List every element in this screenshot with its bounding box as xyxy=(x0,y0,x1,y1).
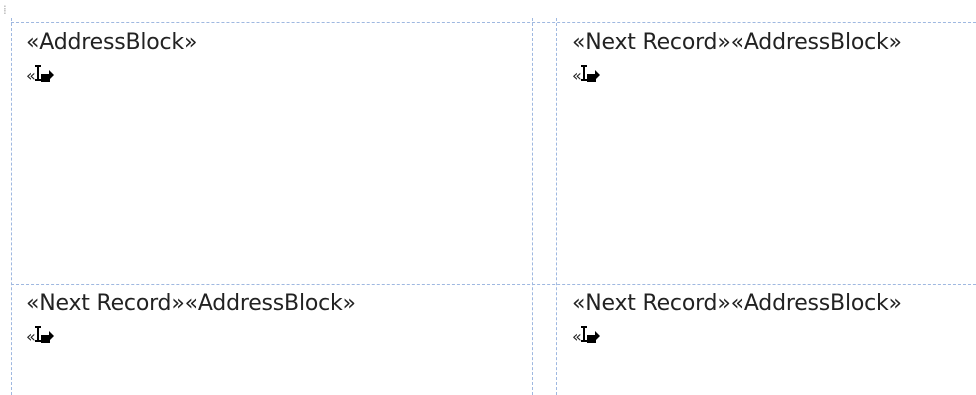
address-block-field[interactable]: «AddressBlock» xyxy=(185,291,356,316)
label-cell[interactable]: «Next Record»«AddressBlock» « xyxy=(572,291,972,391)
table-move-handle-icon[interactable]: ⁞ xyxy=(3,3,9,17)
table-gridline-row-divider xyxy=(11,284,976,285)
field-prefix: « xyxy=(572,66,582,85)
insert-field-icon xyxy=(34,325,54,347)
next-record-field[interactable]: «Next Record» xyxy=(572,30,731,55)
insert-field-icon xyxy=(580,64,600,86)
merge-field-placeholder: « xyxy=(26,64,54,88)
label-cell[interactable]: «AddressBlock» « xyxy=(26,30,526,280)
merge-field-line: «Next Record»«AddressBlock» xyxy=(26,291,356,317)
label-cell[interactable]: «Next Record»«AddressBlock» « xyxy=(572,30,972,280)
address-block-field[interactable]: «AddressBlock» xyxy=(731,291,902,316)
field-prefix: « xyxy=(572,327,582,346)
label-cell[interactable]: «Next Record»«AddressBlock» « xyxy=(26,291,526,391)
label-document: ⁞ «AddressBlock» « «Next Record»«Address… xyxy=(0,0,976,395)
insert-field-icon xyxy=(580,325,600,347)
address-block-field[interactable]: «AddressBlock» xyxy=(731,30,902,55)
table-gridline-middle-left xyxy=(532,18,533,395)
merge-field-placeholder: « xyxy=(572,64,600,88)
field-prefix: « xyxy=(26,327,36,346)
table-gridline-middle-right xyxy=(556,18,557,395)
field-prefix: « xyxy=(26,66,36,85)
merge-field-placeholder: « xyxy=(26,325,54,349)
table-gridline-left xyxy=(11,18,12,395)
next-record-field[interactable]: «Next Record» xyxy=(572,291,731,316)
merge-field-line: «AddressBlock» xyxy=(26,30,197,56)
address-block-field[interactable]: «AddressBlock» xyxy=(26,30,197,55)
next-record-field[interactable]: «Next Record» xyxy=(26,291,185,316)
merge-field-line: «Next Record»«AddressBlock» xyxy=(572,30,902,56)
merge-field-placeholder: « xyxy=(572,325,600,349)
insert-field-icon xyxy=(34,64,54,86)
table-gridline-top xyxy=(11,22,976,23)
merge-field-line: «Next Record»«AddressBlock» xyxy=(572,291,902,317)
